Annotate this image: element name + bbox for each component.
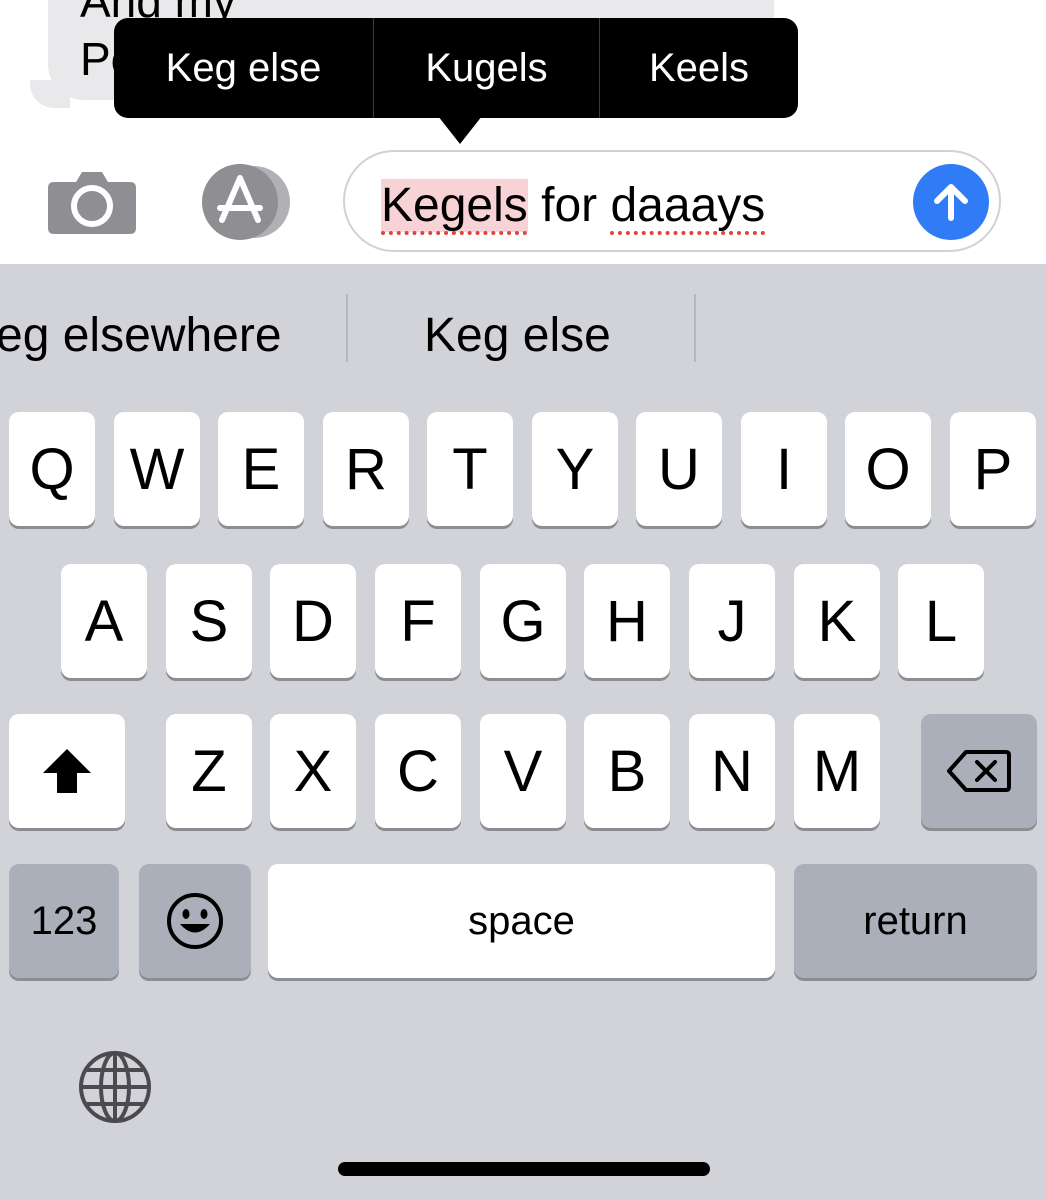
message-bubble-tail [30, 80, 70, 108]
key-k[interactable]: K [794, 564, 880, 678]
key-y[interactable]: Y [532, 412, 618, 526]
key-f[interactable]: F [375, 564, 461, 678]
key-a[interactable]: A [61, 564, 147, 678]
numbers-key[interactable]: 123 [9, 864, 119, 978]
replacement-option-1[interactable]: Keg else [114, 18, 374, 118]
prediction-center[interactable]: Keg else [424, 308, 611, 363]
send-arrow-icon [934, 184, 968, 221]
shift-icon [43, 749, 91, 793]
key-h[interactable]: H [584, 564, 670, 678]
shift-key[interactable] [9, 714, 125, 828]
key-n[interactable]: N [689, 714, 775, 828]
key-p[interactable]: P [950, 412, 1036, 526]
key-i[interactable]: I [741, 412, 827, 526]
globe-icon[interactable] [78, 1050, 152, 1124]
app-store-icon[interactable] [194, 164, 298, 240]
return-key[interactable]: return [794, 864, 1037, 978]
key-v[interactable]: V [480, 714, 566, 828]
key-d[interactable]: D [270, 564, 356, 678]
prediction-left[interactable]: eg elsewhere [0, 308, 282, 363]
delete-icon [947, 750, 1011, 792]
replacement-popover: Keg else Kugels Keels [114, 18, 798, 118]
key-w[interactable]: W [114, 412, 200, 526]
key-g[interactable]: G [480, 564, 566, 678]
key-r[interactable]: R [323, 412, 409, 526]
camera-icon[interactable] [48, 168, 136, 234]
key-x[interactable]: X [270, 714, 356, 828]
replacement-option-3[interactable]: Keels [600, 18, 798, 118]
space-key[interactable]: space [268, 864, 775, 978]
misspelled-word[interactable]: daaays [610, 179, 765, 232]
input-middle-text: for [527, 179, 611, 232]
key-m[interactable]: M [794, 714, 880, 828]
key-u[interactable]: U [636, 412, 722, 526]
keyboard: eg elsewhere Keg else Q W E R T Y U I O … [0, 264, 1046, 1200]
popover-pointer [438, 116, 482, 144]
prediction-divider-2 [694, 294, 696, 362]
key-o[interactable]: O [845, 412, 931, 526]
emoji-icon [167, 893, 223, 949]
replacement-option-2[interactable]: Kugels [374, 18, 600, 118]
home-indicator [338, 1162, 710, 1176]
prediction-divider-1 [346, 294, 348, 362]
delete-key[interactable] [921, 714, 1037, 828]
key-t[interactable]: T [427, 412, 513, 526]
message-input-text[interactable]: Kegels for daaays [381, 178, 765, 233]
send-button[interactable] [913, 164, 989, 240]
key-s[interactable]: S [166, 564, 252, 678]
key-q[interactable]: Q [9, 412, 95, 526]
key-c[interactable]: C [375, 714, 461, 828]
key-e[interactable]: E [218, 412, 304, 526]
highlighted-word[interactable]: Kegels [381, 179, 528, 232]
emoji-key[interactable] [139, 864, 251, 978]
key-j[interactable]: J [689, 564, 775, 678]
predictive-bar: eg elsewhere Keg else [0, 264, 1046, 404]
message-input[interactable]: Kegels for daaays [343, 150, 1001, 252]
key-l[interactable]: L [898, 564, 984, 678]
key-b[interactable]: B [584, 714, 670, 828]
key-z[interactable]: Z [166, 714, 252, 828]
